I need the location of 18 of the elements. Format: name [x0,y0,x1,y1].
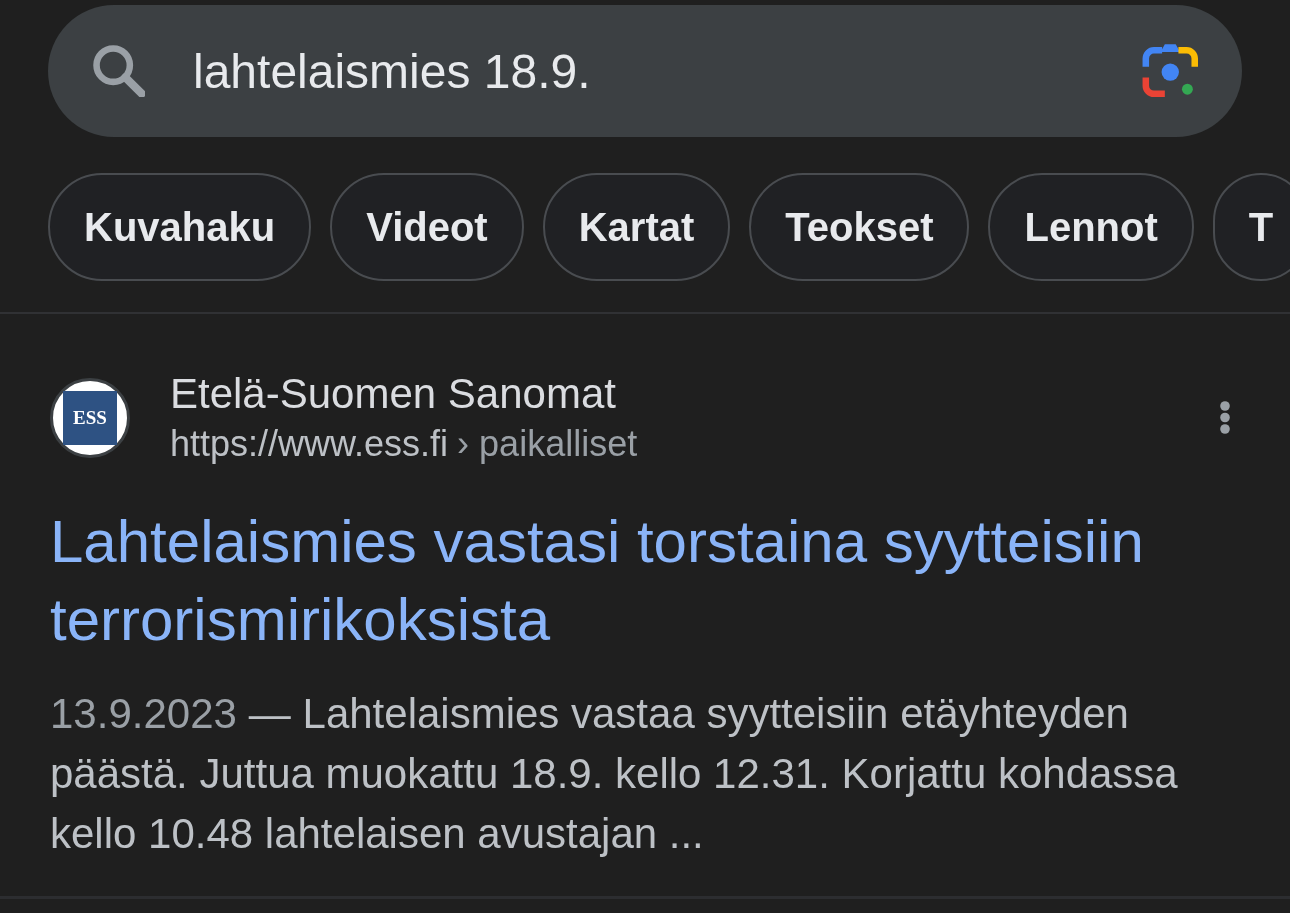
three-dots-icon [1220,401,1230,434]
filter-chip[interactable]: Kartat [542,173,731,281]
logo-text: ESS [63,390,117,445]
search-icon [93,45,145,97]
result-url: https://www.ess.fi [170,423,449,464]
search-input[interactable]: lahtelaismies 18.9. [193,43,1122,99]
camera-icon[interactable] [1142,43,1198,99]
more-options-button[interactable] [1220,401,1230,434]
site-name: Etelä-Suomen Sanomat [170,369,616,419]
filter-chip[interactable]: Teokset [749,173,970,281]
url-breadcrumb: › paikalliset [457,423,638,464]
filter-chip[interactable]: Videot [330,173,524,281]
result-snippet: 13.9.2023 — Lahtelaismies vastaa syytteisiin etäyhteyden päästä. Juttua muokattu 18.9. kello 12.31. Korjattu kohdassa kello 10.48 lahtelaisen avustajan ... [50,689,1179,859]
filter-chip[interactable]: Kuvahaku [48,173,312,281]
filter-chip[interactable]: T [1212,173,1290,281]
search-field[interactable]: lahtelaismies 18.9. [48,5,1242,137]
result-title-link[interactable]: Lahtelaismies vastasi torstaina syytteisiin terrorismirikoksista [50,503,1240,659]
filter-chip[interactable]: Lennot [988,173,1194,281]
